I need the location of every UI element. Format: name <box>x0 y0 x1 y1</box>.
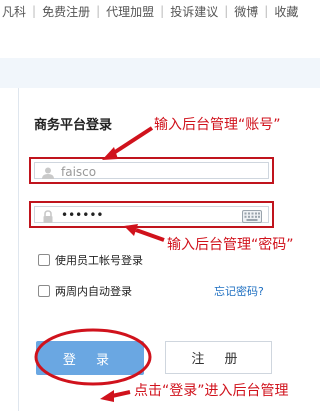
nav-separator: | <box>160 4 165 18</box>
password-annotation: 输入后台管理“密码” <box>167 237 294 253</box>
nav-separator: | <box>224 4 229 18</box>
account-annotation: 输入后台管理“账号” <box>154 117 281 133</box>
nav-link-favorite[interactable]: 收藏 <box>274 3 298 20</box>
nav-link-fanke[interactable]: 凡科 <box>2 3 26 20</box>
forgot-password-link[interactable]: 忘记密码? <box>214 283 264 299</box>
header-band <box>0 58 320 88</box>
keyboard-icon[interactable] <box>242 210 262 223</box>
employee-login-row[interactable]: 使用员工帐号登录 <box>38 252 143 268</box>
username-input[interactable]: faisco <box>34 162 269 179</box>
login-button[interactable]: 登 录 <box>36 341 144 375</box>
auto-login-row[interactable]: 两周内自动登录 <box>38 283 132 299</box>
password-field-highlight: •••••• <box>29 201 274 228</box>
top-navigation: 凡科 | 免费注册 | 代理加盟 | 投诉建议 | 微博 | 收藏 <box>0 0 320 22</box>
nav-link-feedback[interactable]: 投诉建议 <box>170 3 218 20</box>
auto-login-label: 两周内自动登录 <box>55 285 132 298</box>
nav-link-register[interactable]: 免费注册 <box>42 3 90 20</box>
lock-icon <box>43 210 53 223</box>
employee-login-label: 使用员工帐号登录 <box>55 254 143 267</box>
nav-separator: | <box>32 4 37 18</box>
auto-login-checkbox[interactable] <box>38 285 50 297</box>
nav-separator: | <box>96 4 101 18</box>
password-input[interactable]: •••••• <box>34 206 269 223</box>
nav-link-weibo[interactable]: 微博 <box>234 3 258 20</box>
password-value: •••••• <box>61 208 104 222</box>
employee-login-checkbox[interactable] <box>38 254 50 266</box>
nav-separator: | <box>264 4 269 18</box>
login-title: 商务平台登录 <box>34 118 113 133</box>
login-annotation: 点击“登录”进入后台管理 <box>134 383 289 399</box>
register-button[interactable]: 注 册 <box>165 341 272 374</box>
username-field-highlight: faisco <box>29 157 274 184</box>
user-icon <box>42 167 54 179</box>
nav-link-agent[interactable]: 代理加盟 <box>106 3 154 20</box>
username-value: faisco <box>61 165 97 179</box>
